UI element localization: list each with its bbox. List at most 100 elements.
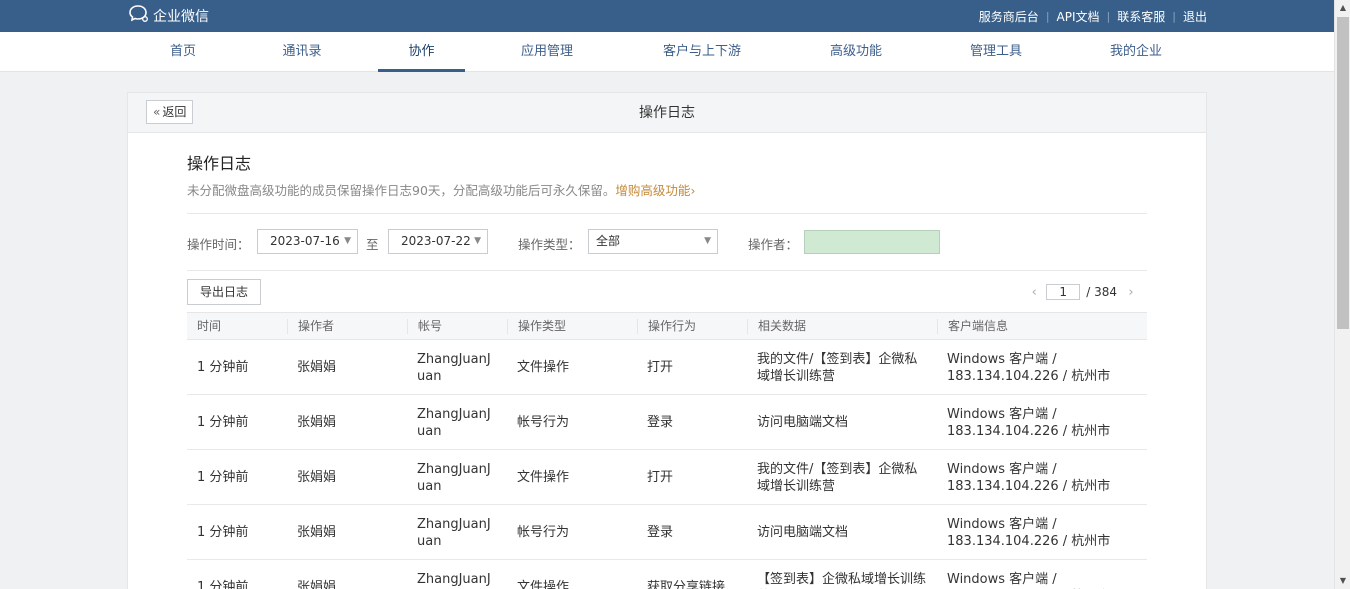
table-row: 1 分钟前 张娟娟 ZhangJuanJ uan 文件操作 打开 我的文件/【签到表】企微私… (187, 450, 1147, 505)
logout-link[interactable]: 退出 (1183, 8, 1207, 25)
nav-customers[interactable]: 客户与上下游 (645, 32, 759, 72)
cell-client: Windows 客户端 /183.134.104.226 / 杭州市 (947, 461, 1111, 494)
cell-operator: 张娟娟 (297, 415, 337, 430)
nav-collaboration[interactable]: 协作 (378, 32, 465, 72)
cell-account: ZhangJuanJuan (417, 406, 491, 439)
cell-data: 我的文件/【签到表】企微私 域增长训练营 (757, 461, 918, 494)
export-log-button[interactable]: 导出日志 (187, 279, 261, 305)
cell-account: ZhangJuanJuan (417, 516, 491, 549)
cell-data: 访问电脑端文档 (757, 525, 849, 540)
col-action: 操作行为 (637, 319, 696, 334)
cell-action: 登录 (647, 525, 674, 540)
cell-operator: 张娟娟 (297, 470, 337, 485)
operation-log-panel: « 返回 操作日志 操作日志 未分配微盘高级功能的成员保留操作日志90天，分配高… (127, 92, 1207, 589)
logo[interactable]: 企业微信 (128, 4, 209, 28)
main-nav: 首页 通讯录 协作 应用管理 客户与上下游 高级功能 管理工具 我的企业 (0, 32, 1334, 72)
nav-my-company[interactable]: 我的企业 (1094, 32, 1178, 72)
operator-filter-label: 操作者： (748, 237, 799, 252)
page-scrollbar[interactable]: ▲ ▼ (1334, 0, 1350, 589)
scroll-down-arrow-icon[interactable]: ▼ (1335, 573, 1350, 589)
col-type: 操作类型 (507, 319, 566, 334)
link-separator: | (1045, 9, 1050, 23)
end-date-picker[interactable]: 2023-07-22 ▼ (388, 229, 488, 254)
cell-time: 1 分钟前 (197, 525, 249, 540)
operator-input[interactable] (804, 230, 940, 254)
start-date-picker[interactable]: 2023-07-16 ▼ (257, 229, 358, 254)
cell-operator: 张娟娟 (297, 360, 337, 375)
panel-title: 操作日志 (639, 105, 695, 121)
cell-data: 我的文件/【签到表】企微私 域增长训练营 (757, 351, 918, 384)
next-page-icon[interactable]: › (1125, 285, 1137, 300)
cell-operator: 张娟娟 (297, 525, 337, 540)
logo-text: 企业微信 (153, 9, 209, 25)
contact-support-link[interactable]: 联系客服 (1117, 8, 1165, 25)
cell-client: Windows 客户端 /183.134.104.226 / 杭州市 (947, 351, 1111, 384)
caret-down-icon: ▼ (344, 236, 351, 246)
cell-account: ZhangJuanJuan (417, 571, 491, 589)
nav-home[interactable]: 首页 (150, 32, 216, 72)
date-range-separator: 至 (366, 237, 379, 252)
col-operator: 操作者 (287, 319, 334, 334)
table-body: 1 分钟前 张娟娟 ZhangJuanJ uan 文件操作 打开 我的文件/【签到表】企微私… (187, 340, 1147, 589)
table-header: 时间 操作者 帐号 操作类型 操作行为 相关数据 客户端信息 (187, 312, 1147, 340)
time-filter-label: 操作时间： (187, 237, 250, 252)
wecom-logo-icon (128, 4, 150, 28)
cell-type: 文件操作 (517, 580, 570, 589)
upgrade-link[interactable]: 增购高级功能› (615, 183, 695, 198)
cell-client: Windows 客户端 /183.134.104.226 / 杭州市 (947, 516, 1111, 549)
table-row: 1 分钟前 张娟娟 ZhangJuanJuan 文件操作 获取分享链接 【签到表】企微私域… (187, 560, 1147, 589)
nav-app-management[interactable]: 应用管理 (505, 32, 589, 72)
cell-type: 文件操作 (517, 470, 570, 485)
col-account: 帐号 (407, 319, 442, 334)
col-client: 客户端信息 (937, 319, 1008, 334)
total-pages: / 384 (1086, 285, 1117, 299)
cell-time: 1 分钟前 (197, 360, 249, 375)
cell-client: Windows 客户端 /183.134.104.226 / 杭州市 (947, 571, 1110, 589)
cell-action: 登录 (647, 415, 674, 430)
operation-type-select[interactable]: 全部 ▼ (588, 229, 718, 254)
link-separator: | (1106, 9, 1111, 23)
cell-account: ZhangJuanJuan (417, 461, 491, 494)
cell-type: 文件操作 (517, 360, 570, 375)
cell-operator: 张娟娟 (297, 580, 337, 589)
caret-down-icon: ▼ (474, 236, 481, 246)
service-provider-link[interactable]: 服务商后台 (979, 8, 1039, 25)
section-description: 未分配微盘高级功能的成员保留操作日志90天，分配高级功能后可永久保留。增购高级功… (187, 180, 695, 199)
cell-time: 1 分钟前 (197, 415, 249, 430)
cell-data: 【签到表】企微私域增长训练营 (757, 571, 927, 589)
col-data: 相关数据 (747, 319, 806, 334)
top-bar: 企业微信 服务商后台 | API文档 | 联系客服 | 退出 (0, 0, 1334, 32)
cell-time: 1 分钟前 (197, 470, 249, 485)
divider (187, 213, 1147, 214)
cell-time: 1 分钟前 (197, 580, 249, 589)
cell-action: 获取分享链接 (647, 580, 726, 589)
scroll-up-arrow-icon[interactable]: ▲ (1335, 0, 1350, 16)
retention-notice: 未分配微盘高级功能的成员保留操作日志90天，分配高级功能后可永久保留。 (187, 183, 616, 198)
link-separator: | (1172, 9, 1176, 23)
table-row: 1 分钟前 张娟娟 ZhangJuanJ uan 文件操作 打开 我的文件/【签到表】企微私… (187, 340, 1147, 395)
cell-client: Windows 客户端 /183.134.104.226 / 杭州市 (947, 406, 1111, 439)
type-filter-label: 操作类型： (518, 237, 581, 252)
top-links: 服务商后台 | API文档 | 联系客服 | 退出 (979, 0, 1207, 32)
caret-down-icon: ▼ (704, 236, 711, 246)
cell-type: 帐号行为 (517, 415, 570, 430)
cell-action: 打开 (647, 360, 674, 375)
cell-data: 访问电脑端文档 (757, 415, 849, 430)
chevron-right-icon: › (690, 183, 696, 198)
cell-action: 打开 (647, 470, 674, 485)
nav-advanced[interactable]: 高级功能 (814, 32, 898, 72)
col-time: 时间 (197, 319, 222, 333)
nav-contacts[interactable]: 通讯录 (268, 32, 336, 72)
table-row: 1 分钟前 张娟娟 ZhangJuanJ uan 帐号行为 登录 访问电脑端文档 Window… (187, 505, 1147, 560)
page-number-input[interactable]: 1 (1046, 284, 1081, 300)
pagination: ‹ 1 / 384 › (1028, 284, 1134, 300)
divider (187, 270, 1147, 271)
api-docs-link[interactable]: API文档 (1057, 8, 1100, 25)
scroll-thumb[interactable] (1337, 17, 1349, 329)
prev-page-icon[interactable]: ‹ (1028, 285, 1040, 300)
table-row: 1 分钟前 张娟娟 ZhangJuanJ uan 帐号行为 登录 访问电脑端文档 Window… (187, 395, 1147, 450)
nav-management-tools[interactable]: 管理工具 (954, 32, 1038, 72)
cell-type: 帐号行为 (517, 525, 570, 540)
cell-account: ZhangJuanJuan (417, 351, 491, 384)
section-title: 操作日志 (187, 154, 252, 173)
